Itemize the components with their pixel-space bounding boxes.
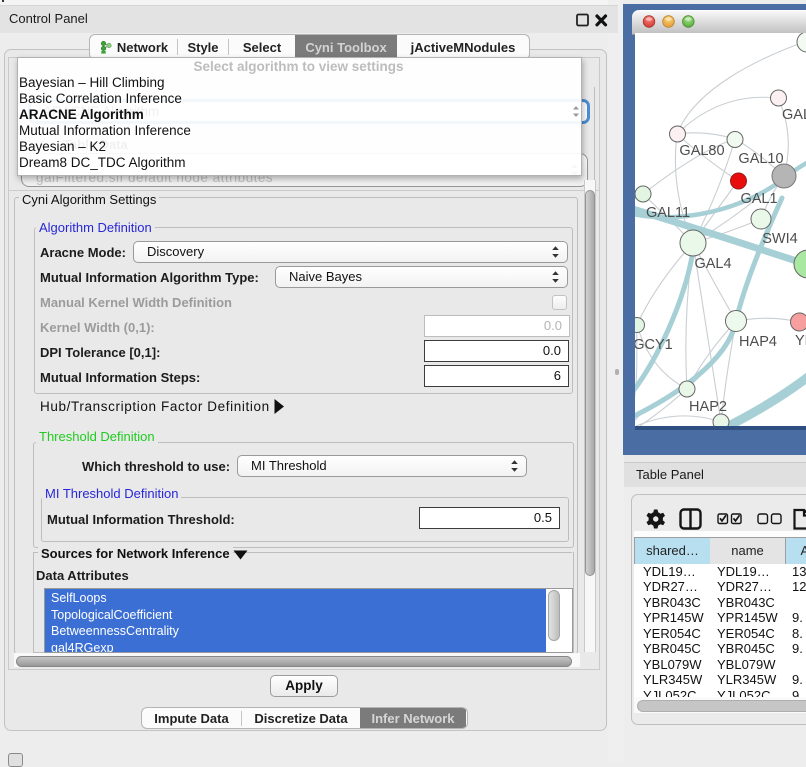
svg-text:GCY1: GCY1 [635, 337, 673, 353]
svg-text:GAL80: GAL80 [679, 143, 724, 159]
svg-text:GAL4: GAL4 [694, 256, 731, 272]
svg-text:GAL7: GAL7 [782, 107, 806, 123]
svg-text:HAP4: HAP4 [739, 334, 777, 350]
svg-text:HAP2: HAP2 [689, 399, 727, 415]
svg-text:YM: YM [795, 333, 806, 349]
svg-text:GAL11: GAL11 [646, 205, 690, 221]
svg-text:GAL10: GAL10 [738, 151, 783, 167]
svg-text:SWI4: SWI4 [762, 231, 797, 247]
svg-text:GAL1: GAL1 [740, 191, 777, 207]
